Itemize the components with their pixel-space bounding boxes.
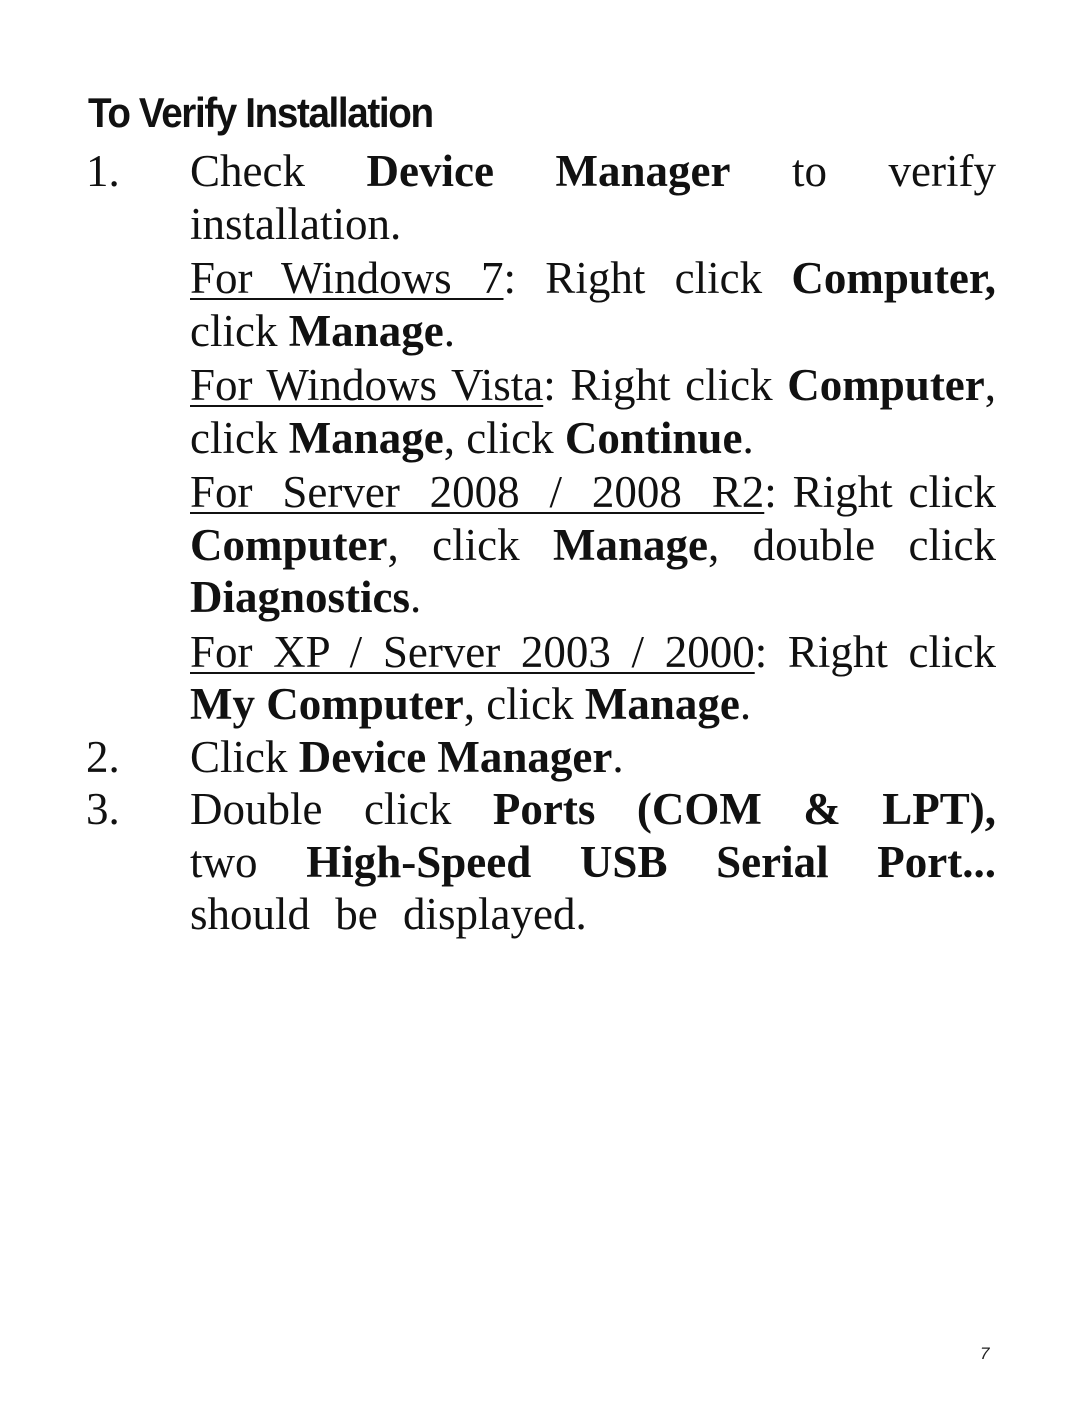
device-manager-term: Device Manager	[366, 146, 731, 196]
instruction-windows-7: For Windows 7: Right click Computer, cli…	[190, 253, 996, 356]
os-label: For Windows 7	[190, 253, 504, 303]
step-3: 3. Double click Ports (COM & LPT), two H…	[86, 783, 996, 941]
step-2-text: Click Device Manager.	[190, 731, 624, 782]
section-heading: To Verify Installation	[88, 89, 434, 136]
step-number: 3.	[86, 784, 120, 834]
instruction-server-2008: For Server 2008 / 2008 R2: Right click C…	[190, 467, 996, 622]
step-number: 1.	[86, 146, 120, 196]
step-number: 2.	[86, 731, 120, 782]
os-label: For Windows Vista	[190, 360, 544, 410]
step-2: 2. Click Device Manager.	[86, 731, 996, 784]
step-1: 1. Check Device Manager to verify instal…	[86, 145, 996, 731]
manual-page: To Verify Installation 1. Check Device M…	[0, 0, 1080, 1408]
instruction-xp-server-2003-2000: For XP / Server 2003 / 2000: Right click…	[190, 626, 996, 730]
page-number: 7	[980, 1344, 990, 1363]
instruction-list: 1. Check Device Manager to verify instal…	[86, 145, 996, 941]
os-label: For XP / Server 2003 / 2000	[190, 626, 755, 677]
step-1-intro: Check Device Manager to verify installat…	[190, 146, 996, 249]
step-3-text: Double click Ports (COM & LPT), two High…	[190, 784, 996, 939]
os-label: For Server 2008 / 2008 R2	[190, 467, 765, 517]
instruction-windows-vista: For Windows Vista: Right click Computer,…	[190, 360, 996, 463]
